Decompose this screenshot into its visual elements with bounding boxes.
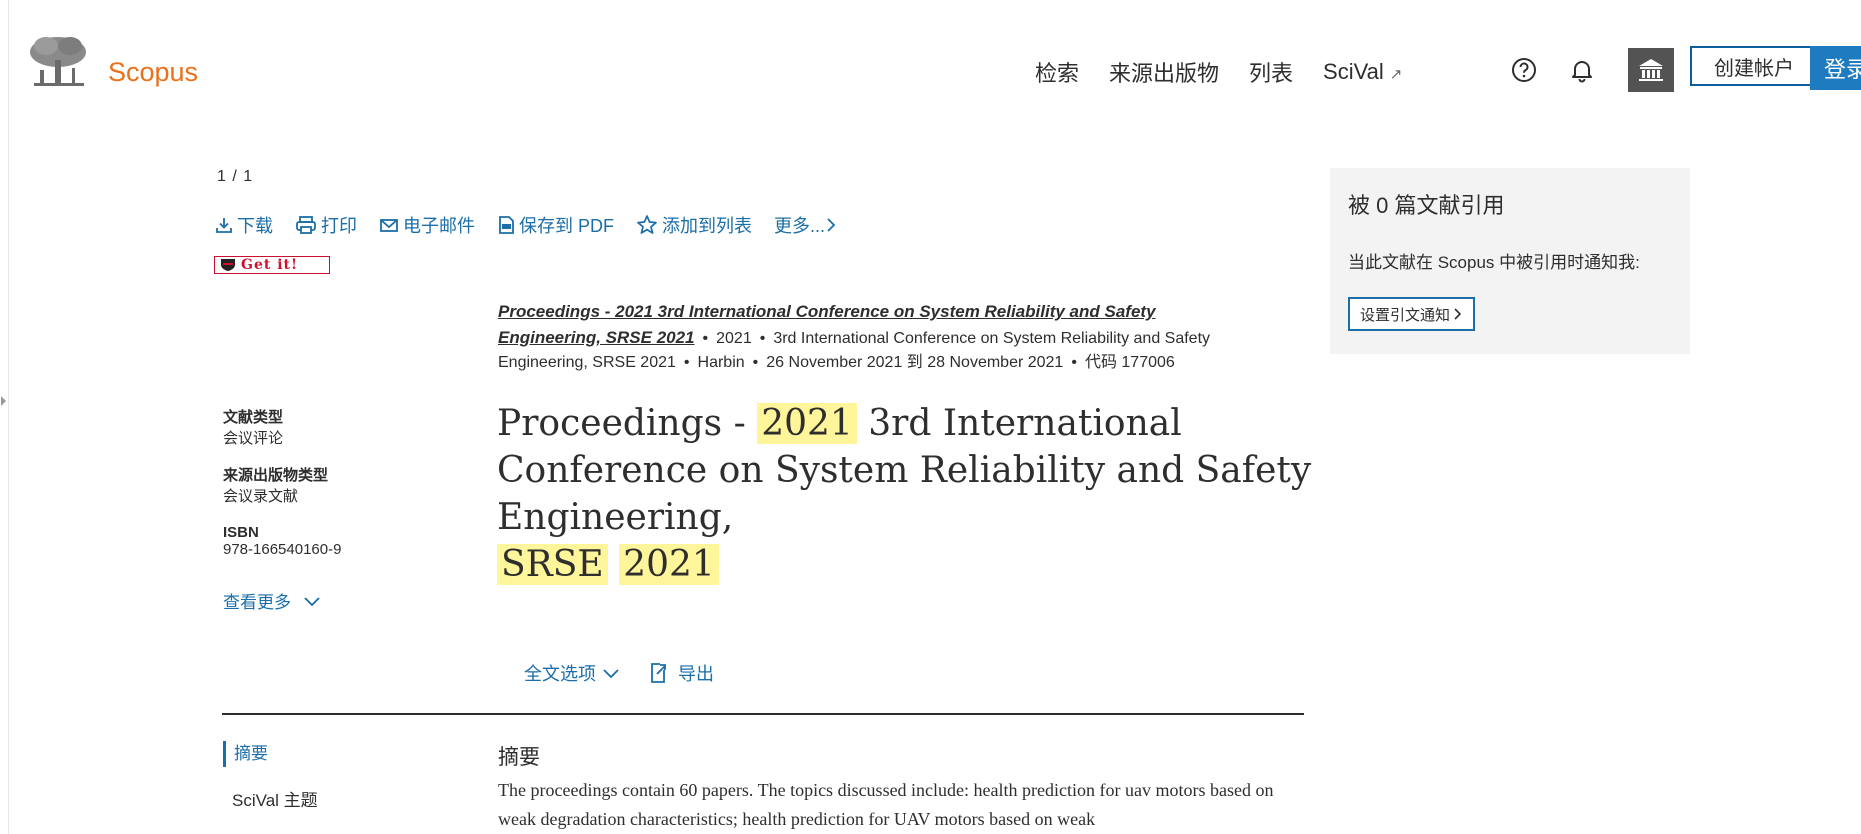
sidenav-item-abstract[interactable]: 摘要 — [223, 741, 268, 767]
nav-search[interactable]: 检索 — [1035, 56, 1079, 88]
print-button[interactable]: 打印 — [295, 212, 357, 238]
elsevier-tree-logo[interactable] — [26, 34, 90, 92]
chevron-down-icon — [304, 596, 320, 606]
more-label: 更多... — [774, 216, 826, 236]
citation-alert-description: 当此文献在 Scopus 中被引用时通知我: — [1348, 253, 1640, 272]
export-button[interactable]: 导出 — [648, 660, 714, 686]
separator-dot: • — [683, 354, 690, 371]
email-label: 电子邮件 — [403, 216, 475, 236]
add-to-list-button[interactable]: 添加到列表 — [636, 212, 752, 238]
separator-dot: • — [702, 330, 709, 347]
download-icon — [216, 218, 232, 233]
pdf-icon — [499, 216, 514, 234]
citations-panel: 被 0 篇文献引用 当此文献在 Scopus 中被引用时通知我: 设置引文通知 — [1330, 168, 1690, 354]
export-label: 导出 — [678, 664, 714, 684]
save-pdf-label: 保存到 PDF — [519, 216, 615, 236]
caret-right-icon[interactable] — [1, 396, 6, 406]
scopus-brand[interactable]: Scopus — [108, 57, 198, 88]
source-row-1: Proceedings - 2021 3rd International Con… — [498, 298, 1238, 326]
conference-dates: 26 November 2021 到 28 November 2021 — [766, 354, 1064, 371]
doc-type-value: 会议评论 — [223, 430, 284, 447]
title-highlight-srse: SRSE — [497, 544, 608, 585]
top-navigation: 检索 来源出版物 列表 SciVal ↗ — [1035, 56, 1432, 88]
chevron-right-icon — [827, 218, 836, 232]
print-icon — [296, 216, 316, 234]
get-it-label: Get it! — [241, 257, 299, 273]
title-part-1: Proceedings - — [497, 403, 758, 444]
chevron-down-icon — [603, 669, 619, 679]
get-it-button[interactable]: Get it! — [214, 256, 330, 274]
conference-name-2: Engineering, SRSE 2021 — [498, 354, 676, 371]
nav-sources[interactable]: 来源出版物 — [1109, 56, 1219, 88]
source-row-2: Engineering, SRSE 2021 • 2021 • 3rd Internat… — [498, 326, 1238, 351]
help-icon — [1512, 58, 1536, 82]
source-row-3: Engineering, SRSE 2021 • Harbin • 26 Novembe… — [498, 351, 1238, 375]
download-button[interactable]: 下载 — [215, 212, 273, 238]
export-icon — [651, 663, 666, 683]
see-more-label: 查看更多 — [223, 593, 291, 612]
save-pdf-button[interactable]: 保存到 PDF — [497, 212, 614, 238]
fulltext-options-label: 全文选项 — [524, 664, 596, 684]
source-type-label: 来源出版物类型 — [223, 467, 329, 484]
bell-icon — [1572, 61, 1592, 83]
result-pager: 1 / 1 — [217, 168, 254, 185]
fulltext-options-button[interactable]: 全文选项 — [524, 660, 620, 686]
institution-button[interactable] — [1628, 48, 1674, 92]
help-button[interactable] — [1508, 54, 1540, 86]
institution-icon — [1639, 59, 1663, 81]
external-link-icon: ↗ — [1389, 66, 1403, 83]
isbn-block: ISBN 978-166540160-9 — [223, 524, 453, 558]
star-icon — [637, 215, 657, 234]
isbn-value: 978-166540160-9 — [223, 541, 342, 558]
set-citation-alert-label: 设置引文通知 — [1360, 306, 1451, 324]
doc-type-block: 文献类型 会议评论 — [223, 406, 453, 448]
abstract-body: The proceedings contain 60 papers. The t… — [498, 780, 1274, 829]
document-title: Proceedings - 2021 3rd International Con… — [497, 400, 1327, 588]
nav-lists[interactable]: 列表 — [1249, 56, 1293, 88]
title-highlight-year: 2021 — [757, 403, 857, 444]
nav-scival[interactable]: SciVal ↗ — [1323, 59, 1402, 85]
conference-location: Harbin — [697, 354, 745, 371]
see-more-button[interactable]: 查看更多 — [223, 588, 321, 613]
cited-by-heading: 被 0 篇文献引用 — [1348, 193, 1505, 218]
create-account-button[interactable]: 创建帐户 — [1690, 46, 1818, 86]
source-year: 2021 — [716, 330, 752, 347]
shield-icon — [221, 259, 235, 271]
login-button[interactable]: 登录 — [1810, 46, 1861, 90]
download-label: 下载 — [237, 216, 273, 236]
source-info: Proceedings - 2021 3rd International Con… — [498, 298, 1238, 375]
doc-type-label: 文献类型 — [223, 409, 284, 426]
set-citation-alert-button[interactable]: 设置引文通知 — [1348, 297, 1476, 331]
sidenav-item-scival[interactable]: SciVal 主题 — [232, 786, 318, 811]
print-label: 打印 — [321, 216, 357, 236]
source-type-value: 会议录文献 — [223, 488, 299, 505]
source-title-link-2[interactable]: Engineering, SRSE 2021 — [498, 328, 695, 347]
more-button[interactable]: 更多... — [774, 212, 841, 238]
isbn-label: ISBN — [223, 524, 259, 541]
abstract-heading: 摘要 — [498, 746, 540, 769]
separator-dot: • — [1071, 354, 1077, 371]
add-to-list-label: 添加到列表 — [662, 216, 753, 236]
source-title-link[interactable]: Proceedings - 2021 3rd International Con… — [498, 302, 1156, 321]
separator-dot: • — [759, 330, 766, 347]
notifications-button[interactable] — [1566, 54, 1598, 86]
chevron-right-icon — [1454, 308, 1462, 320]
nav-scival-label: SciVal — [1323, 59, 1384, 84]
email-icon — [380, 219, 398, 232]
document-options: 全文选项 导出 — [524, 660, 714, 686]
conference-name-1: 3rd International Conference on System R… — [773, 330, 1211, 347]
conference-code: 代码 177006 — [1084, 354, 1175, 371]
document-toolbar: 下载 打印 电子邮件 保存到 PDF 添加到列表 更多... — [215, 212, 863, 238]
source-type-block: 来源出版物类型 会议录文献 — [223, 464, 453, 506]
separator-dot: • — [752, 354, 759, 371]
title-highlight-year-2: 2021 — [619, 544, 719, 585]
section-divider — [222, 713, 1304, 715]
email-button[interactable]: 电子邮件 — [379, 212, 475, 238]
left-edge-rail — [0, 0, 9, 834]
